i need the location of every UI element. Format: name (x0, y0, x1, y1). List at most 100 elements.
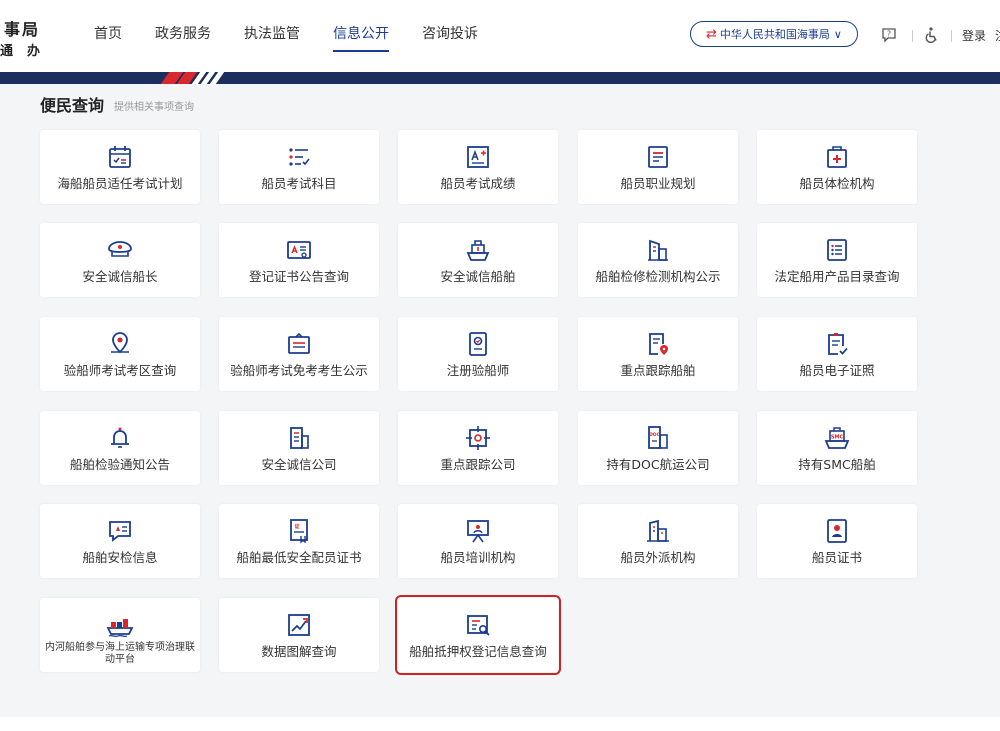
calendar-icon (109, 146, 131, 168)
nav-information-disclosure[interactable]: 信息公开 (333, 24, 389, 52)
ship-icon (466, 240, 490, 261)
tile-registered-surveyor[interactable]: 注册验船师 (398, 317, 558, 391)
tile-career-plan[interactable]: 船员职业规划 (578, 130, 738, 204)
tile-label: 船舶检修检测机构公示 (595, 269, 721, 284)
region-label: 中华人民共和国海事局 (719, 28, 830, 41)
tile-label: 船舶最低安全配员证书 (236, 550, 362, 565)
id-card-icon (469, 332, 487, 356)
chat-alert-icon (109, 521, 131, 542)
nav-home[interactable]: 首页 (94, 24, 122, 52)
location-icon (111, 332, 129, 354)
tile-product-catalog[interactable]: 法定船用产品目录查询 (757, 223, 917, 297)
buildings-icon (647, 519, 669, 542)
tile-label: 安全诚信公司 (261, 457, 337, 472)
tile-tracked-companies[interactable]: 重点跟踪公司 (398, 411, 558, 485)
tile-label: 船舶抵押权登记信息查询 (409, 644, 547, 659)
tile-label: 验船师考试考区查询 (63, 363, 177, 378)
top-header: 事局 通办 首页 政务服务 执法监管 信息公开 咨询投诉 ⇄ 中华人民共和国海事… (0, 0, 1000, 72)
header-banner (0, 72, 1000, 84)
tile-label: 法定船用产品目录查询 (774, 269, 900, 284)
tile-certificate-notice[interactable]: 登记证书公告查询 (219, 223, 379, 297)
logo-line-2: 通办 (0, 44, 55, 59)
tile-label: 重点跟踪公司 (440, 457, 516, 472)
logo-line-1: 事局 (4, 20, 41, 39)
e-license-icon (828, 333, 848, 355)
certificate-doc-icon: 证 (290, 519, 308, 544)
tile-inland-ship-platform[interactable]: 内河船舶参与海上运输专项治理联动平台 (40, 598, 200, 672)
medical-icon (827, 146, 847, 168)
document-icon (648, 146, 668, 168)
accessibility-icon[interactable] (922, 26, 940, 44)
tile-inspection-notice[interactable]: 船舶检验通知公告 (40, 411, 200, 485)
smc-ship-icon: SMC (824, 427, 850, 449)
tile-surveyor-exam-area[interactable]: 验船师考试考区查询 (40, 317, 200, 391)
login-link[interactable]: 登录 (962, 27, 986, 44)
tile-exam-subjects[interactable]: 船员考试科目 (219, 130, 379, 204)
tile-label: 验船师考试免考考生公示 (230, 363, 368, 378)
tile-label: 船员考试科目 (261, 176, 337, 191)
tile-crew-certificate[interactable]: 船员证书 (757, 504, 917, 578)
tile-mortgage-registration[interactable]: 船舶抵押权登记信息查询 (395, 595, 561, 675)
svg-text:SMC: SMC (831, 435, 844, 441)
chevron-down-icon: ∨ (833, 27, 842, 41)
svg-text:DOC: DOC (649, 432, 661, 438)
register-link[interactable]: 注 (995, 27, 1000, 44)
office-icon (290, 427, 309, 449)
target-icon (466, 426, 490, 450)
tile-label: 船员证书 (811, 550, 862, 565)
tile-label: 船员体检机构 (799, 176, 875, 191)
switch-icon: ⇄ (706, 26, 717, 42)
site-logo[interactable]: 事局 通办 (0, 14, 56, 60)
tile-medical-institutions[interactable]: 船员体检机构 (757, 130, 917, 204)
tile-data-charts[interactable]: 数据图解查询 (219, 598, 379, 672)
list-icon (827, 239, 847, 261)
tile-label: 船舶安检信息 (82, 550, 158, 565)
divider (912, 30, 913, 42)
tile-training-institutions[interactable]: 船员培训机构 (398, 504, 558, 578)
region-switch-button[interactable]: ⇄ 中华人民共和国海事局 ∨ (690, 21, 858, 47)
tile-crew-e-license[interactable]: 船员电子证照 (757, 317, 917, 391)
tile-min-manning-certificate[interactable]: 证 船舶最低安全配员证书 (219, 504, 379, 578)
certificate-icon (287, 241, 311, 259)
search-doc-icon (467, 615, 490, 636)
tile-label: 船舶检验通知公告 (69, 457, 170, 472)
tile-label: 安全诚信船长 (82, 269, 158, 284)
tile-exam-scores[interactable]: 船员考试成绩 (398, 130, 558, 204)
tile-tracked-ships[interactable]: 重点跟踪船舶 (578, 317, 738, 391)
tile-surveyor-exemption[interactable]: 验船师考试免考考生公示 (219, 317, 379, 391)
tile-label: 持有DOC航运公司 (606, 457, 710, 472)
tile-credit-company[interactable]: 安全诚信公司 (219, 411, 379, 485)
chart-icon (288, 614, 310, 636)
svg-text:证: 证 (294, 523, 299, 530)
tile-smc-ships[interactable]: SMC 持有SMC船舶 (757, 411, 917, 485)
tile-credit-captain[interactable]: 安全诚信船长 (40, 223, 200, 297)
tile-dispatch-institutions[interactable]: 船员外派机构 (578, 504, 738, 578)
help-icon[interactable]: ? (881, 27, 897, 43)
board-icon (288, 332, 310, 354)
doc-building-icon: DOC (648, 426, 668, 449)
tile-label: 数据图解查询 (261, 644, 337, 659)
score-icon (467, 146, 489, 168)
tile-doc-companies[interactable]: DOC 持有DOC航运公司 (578, 411, 738, 485)
nav-government-services[interactable]: 政务服务 (155, 24, 211, 52)
tile-label: 海船船员适任考试计划 (57, 176, 183, 191)
bell-icon (111, 427, 129, 448)
building-icon (648, 239, 668, 261)
tile-label: 注册验船师 (446, 363, 510, 378)
section-subtitle: 提供相关事项查询 (114, 102, 194, 113)
section-title: 便民查询 (40, 96, 105, 115)
captain-hat-icon (108, 241, 132, 257)
tile-label: 持有SMC船舶 (798, 457, 876, 472)
nav-consultation[interactable]: 咨询投诉 (422, 24, 478, 52)
tile-exam-plan[interactable]: 海船船员适任考试计划 (40, 130, 200, 204)
tile-inspection-institutions[interactable]: 船舶检修检测机构公示 (578, 223, 738, 297)
tile-label: 重点跟踪船舶 (620, 363, 696, 378)
svg-text:?: ? (887, 30, 891, 39)
tile-label: 船员考试成绩 (440, 176, 516, 191)
cargo-ship-icon (106, 619, 134, 638)
nav-enforcement[interactable]: 执法监管 (244, 24, 300, 52)
main-nav: 首页 政务服务 执法监管 信息公开 咨询投诉 (94, 24, 511, 52)
tile-credit-ship[interactable]: 安全诚信船舶 (398, 223, 558, 297)
tile-safety-inspection-info[interactable]: 船舶安检信息 (40, 504, 200, 578)
tile-label: 登记证书公告查询 (248, 269, 349, 284)
